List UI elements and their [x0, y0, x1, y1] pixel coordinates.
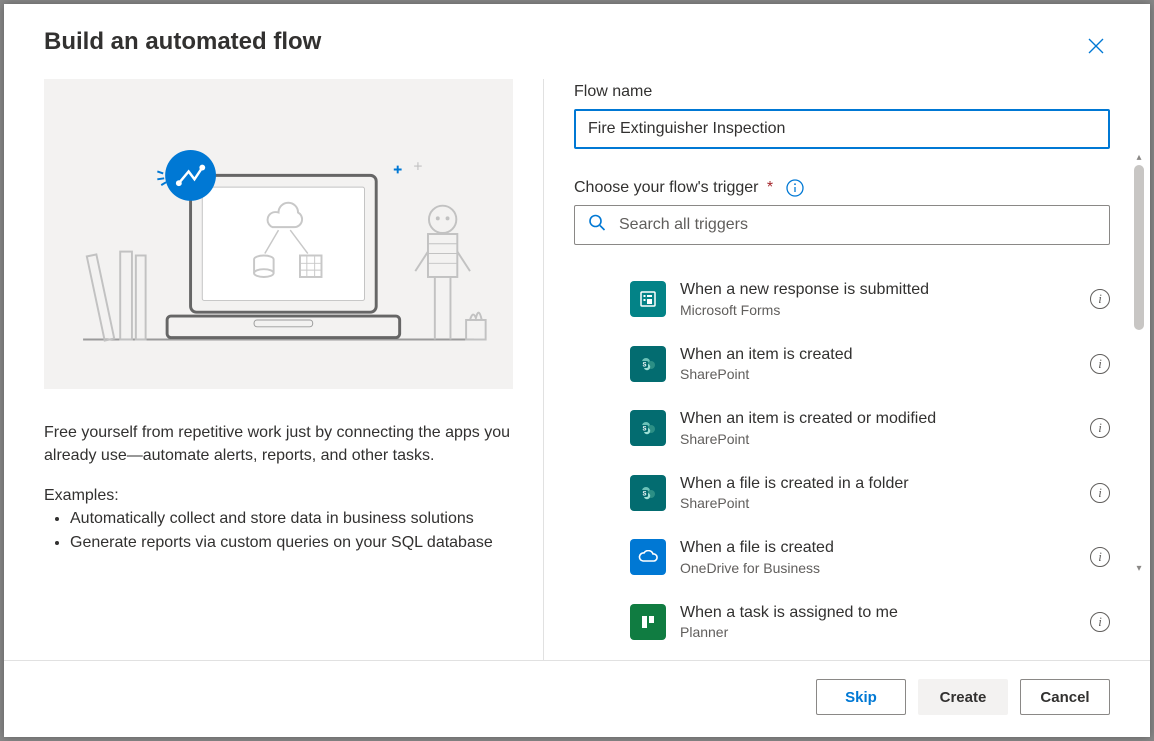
- search-icon: [588, 214, 606, 237]
- trigger-title: When a file is created in a folder: [680, 473, 1078, 495]
- planner-icon: [630, 604, 666, 640]
- trigger-connector: SharePoint: [680, 494, 1078, 513]
- trigger-search-input[interactable]: [574, 205, 1110, 245]
- example-item: Generate reports via custom queries on y…: [70, 531, 513, 554]
- svg-text:+: +: [413, 158, 422, 175]
- info-icon[interactable]: i: [1090, 612, 1110, 632]
- trigger-connector: Microsoft Forms: [680, 301, 1078, 320]
- form-column: Flow name Choose your flow's trigger *: [544, 79, 1130, 660]
- trigger-list: When a new response is submitted Microso…: [574, 267, 1110, 654]
- trigger-text: When a task is assigned to me Planner: [680, 602, 1078, 642]
- trigger-title: When an item is created: [680, 344, 1078, 366]
- trigger-text: When an item is created SharePoint: [680, 344, 1078, 384]
- sharepoint-icon: S: [630, 475, 666, 511]
- scroll-up-arrow[interactable]: ▴: [1134, 153, 1144, 163]
- dialog-header: Build an automated flow: [4, 4, 1150, 79]
- required-asterisk: *: [767, 179, 773, 196]
- trigger-row[interactable]: S When an item is created SharePoint i: [630, 332, 1110, 396]
- info-icon[interactable]: i: [1090, 354, 1110, 374]
- trigger-row[interactable]: When a task is assigned to me Planner i: [630, 590, 1110, 654]
- skip-button[interactable]: Skip: [816, 679, 906, 715]
- automated-flow-dialog: Build an automated flow: [4, 4, 1150, 737]
- info-icon[interactable]: i: [1090, 547, 1110, 567]
- trigger-text: When a new response is submitted Microso…: [680, 279, 1078, 319]
- close-icon: [1088, 42, 1104, 57]
- trigger-connector: OneDrive for Business: [680, 559, 1078, 578]
- flowname-input[interactable]: [574, 109, 1110, 149]
- scrollbar-thumb[interactable]: [1134, 165, 1144, 330]
- onedrive-icon: [630, 539, 666, 575]
- dialog-body: + Free yourself from repetitive work jus…: [4, 79, 1150, 660]
- trigger-row[interactable]: When a file is created OneDrive for Busi…: [630, 525, 1110, 589]
- dialog-footer: Skip Create Cancel: [4, 660, 1150, 737]
- svg-text:S: S: [642, 427, 646, 433]
- trigger-row[interactable]: When a new response is submitted Microso…: [630, 267, 1110, 331]
- trigger-text: When an item is created or modified Shar…: [680, 408, 1078, 448]
- intro-description: Free yourself from repetitive work just …: [44, 421, 513, 467]
- info-icon[interactable]: i: [1090, 483, 1110, 503]
- trigger-connector: Planner: [680, 623, 1078, 642]
- close-button[interactable]: [1082, 32, 1110, 63]
- examples-heading: Examples:: [44, 487, 513, 505]
- svg-text:S: S: [642, 363, 646, 369]
- dialog-title: Build an automated flow: [44, 28, 321, 56]
- forms-icon: [630, 281, 666, 317]
- intro-column: + Free yourself from repetitive work jus…: [44, 79, 544, 660]
- trigger-text: When a file is created in a folder Share…: [680, 473, 1078, 513]
- trigger-title: When an item is created or modified: [680, 408, 1078, 430]
- trigger-label: Choose your flow's trigger *: [574, 179, 1110, 197]
- trigger-search: [574, 205, 1110, 245]
- svg-text:S: S: [642, 492, 646, 498]
- flow-illustration: +: [44, 79, 513, 389]
- sharepoint-icon: S: [630, 346, 666, 382]
- scroll-down-arrow[interactable]: ▾: [1134, 564, 1144, 574]
- trigger-title: When a file is created: [680, 537, 1078, 559]
- info-icon[interactable]: i: [1090, 418, 1110, 438]
- trigger-title: When a new response is submitted: [680, 279, 1078, 301]
- trigger-row[interactable]: S When an item is created or modified Sh…: [630, 396, 1110, 460]
- trigger-text: When a file is created OneDrive for Busi…: [680, 537, 1078, 577]
- trigger-row[interactable]: S When a file is created in a folder Sha…: [630, 461, 1110, 525]
- trigger-connector: SharePoint: [680, 430, 1078, 449]
- trigger-connector: SharePoint: [680, 365, 1078, 384]
- trigger-title: When a task is assigned to me: [680, 602, 1078, 624]
- example-item: Automatically collect and store data in …: [70, 507, 513, 530]
- info-icon[interactable]: i: [1090, 289, 1110, 309]
- flowname-label: Flow name: [574, 83, 1110, 101]
- examples-list: Automatically collect and store data in …: [44, 507, 513, 553]
- cancel-button[interactable]: Cancel: [1020, 679, 1110, 715]
- create-button[interactable]: Create: [918, 679, 1008, 715]
- sharepoint-icon: S: [630, 410, 666, 446]
- info-icon[interactable]: [786, 179, 804, 197]
- trigger-label-text: Choose your flow's trigger: [574, 179, 758, 196]
